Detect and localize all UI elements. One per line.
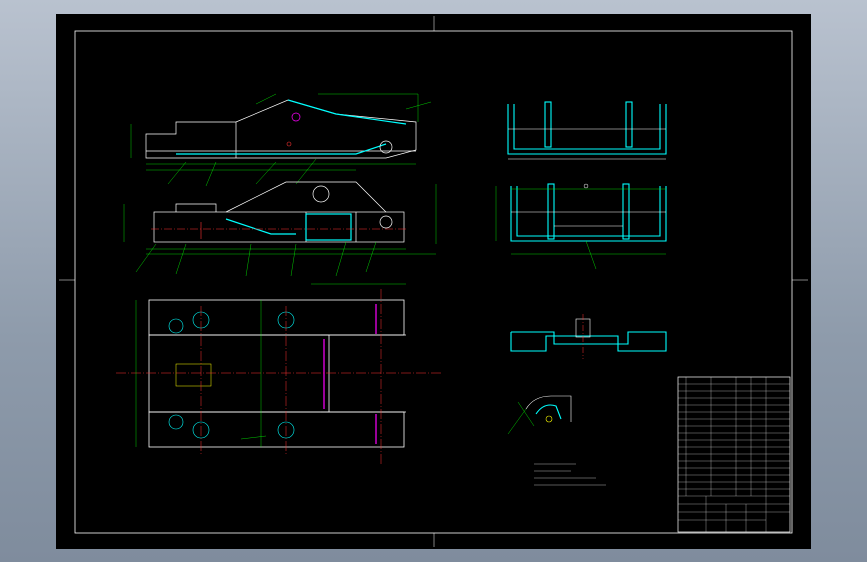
section-view-c [510, 314, 667, 359]
elevation-view-lower [123, 181, 437, 277]
technical-notes [534, 463, 606, 486]
section-view-a [507, 101, 667, 160]
elevation-view-upper [130, 93, 432, 187]
plan-view [116, 283, 441, 464]
cad-drawing [59, 16, 808, 547]
title-block [677, 376, 791, 533]
section-view-b [495, 183, 667, 270]
sheet-border [74, 30, 793, 534]
detail-view [507, 395, 572, 435]
drawing-viewport[interactable] [56, 14, 811, 549]
